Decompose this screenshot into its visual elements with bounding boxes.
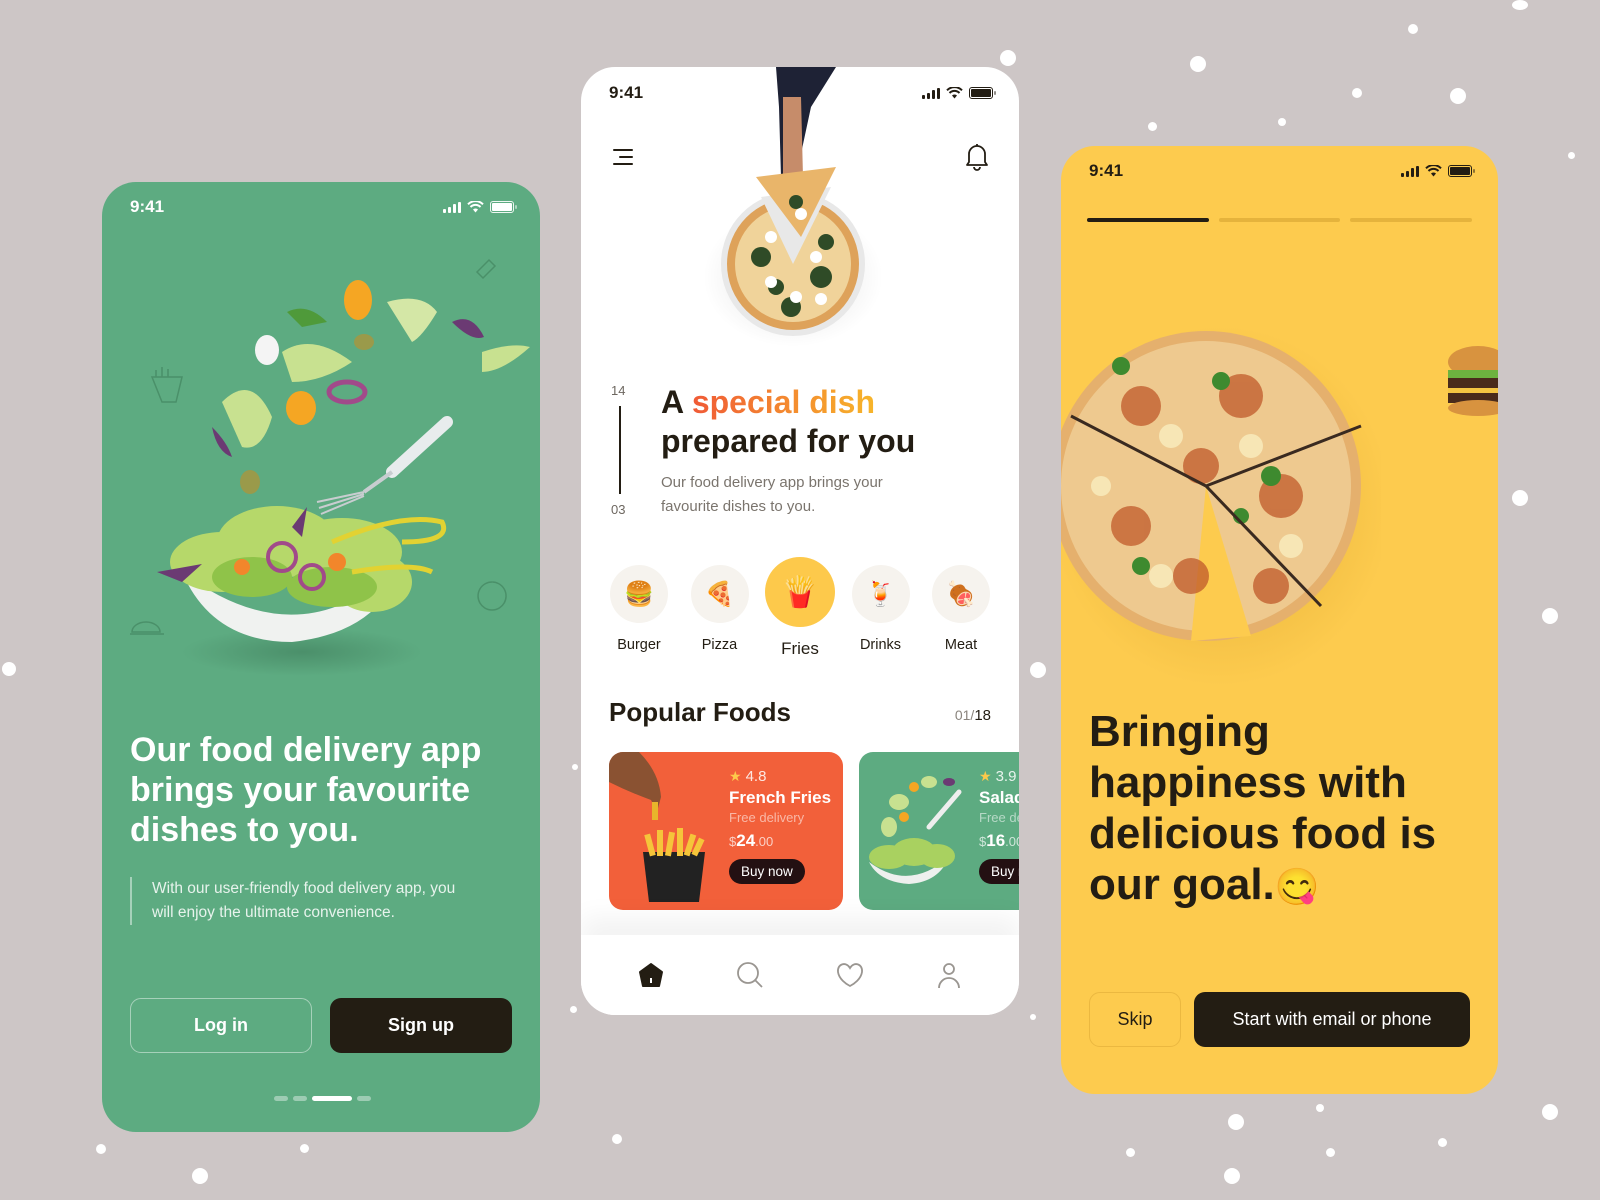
- category-label: Drinks: [859, 637, 902, 653]
- page-current: 01/: [954, 707, 975, 723]
- star-icon: ★: [729, 768, 742, 784]
- onboarding-screen: 9:41 Bringing happiness with delicious f…: [1061, 146, 1498, 1094]
- star-icon: ★: [979, 768, 992, 784]
- burger-image: [1448, 346, 1498, 416]
- tab-search[interactable]: [730, 955, 770, 995]
- tab-favorites[interactable]: [830, 955, 870, 995]
- status-bar: 9:41: [581, 67, 1019, 119]
- category-label: Meat: [944, 637, 978, 653]
- signal-icon: [1401, 165, 1419, 177]
- food-card[interactable]: ★ 4.8 French Fries Free delivery $24.00 B…: [609, 752, 843, 910]
- category-label: Burger: [617, 637, 661, 653]
- page-dot: [357, 1096, 371, 1101]
- welcome-screen: 9:41 Our food delivery app brings your f…: [102, 182, 540, 1132]
- food-rating: ★ 3.9: [979, 768, 1017, 785]
- home-icon: [638, 963, 663, 987]
- slide-progress-bar: [619, 406, 621, 494]
- buy-now-button[interactable]: Buy now: [979, 859, 1019, 884]
- burger-icon: 🍔: [624, 580, 654, 608]
- story-segment: [1218, 218, 1341, 222]
- food-price: $16.00: [979, 831, 1019, 850]
- slide-current: 14: [611, 383, 626, 398]
- category-meat[interactable]: 🍖 Meat: [931, 557, 991, 659]
- status-time: 9:41: [130, 197, 165, 216]
- food-name: Salad: [979, 788, 1019, 807]
- food-price: $24.00: [729, 831, 774, 850]
- category-fries[interactable]: 🍟 Fries: [765, 557, 835, 659]
- buy-now-button[interactable]: Buy now: [729, 859, 805, 884]
- category-label: Pizza: [701, 637, 738, 653]
- fries-icon: 🍟: [781, 574, 819, 610]
- category-pizza[interactable]: 🍕 Pizza: [690, 557, 750, 659]
- user-icon: [938, 963, 961, 989]
- status-bar: 9:41: [102, 182, 540, 232]
- wifi-icon: [1425, 165, 1442, 177]
- headline-prefix: A: [661, 384, 692, 420]
- food-rating: ★ 4.8: [729, 768, 767, 785]
- food-delivery: Free delivery: [979, 810, 1019, 825]
- food-name: French Fries: [729, 788, 832, 807]
- tab-home[interactable]: [631, 955, 671, 995]
- story-segment: [1350, 218, 1473, 222]
- battery-icon: [1448, 165, 1475, 177]
- status-time: 9:41: [609, 83, 644, 102]
- search-icon: [737, 962, 763, 988]
- signal-icon: [922, 87, 940, 99]
- food-card[interactable]: ★3.9 Salad Free delivery $16.00 Buy now: [859, 752, 1019, 910]
- headline-accent: special dish: [691, 384, 875, 420]
- tab-profile[interactable]: [929, 955, 969, 995]
- story-progress: [1087, 218, 1473, 222]
- menu-button[interactable]: [611, 145, 637, 169]
- status-time: 9:41: [1089, 161, 1124, 180]
- bottom-tab-bar: [581, 935, 1019, 1015]
- signal-icon: [443, 201, 461, 213]
- popular-foods-title: Popular Foods: [609, 697, 791, 727]
- heart-icon: [836, 963, 863, 988]
- start-with-email-or-phone-button[interactable]: Start with email or phone: [1194, 992, 1470, 1047]
- bell-icon: [966, 144, 988, 171]
- battery-icon: [969, 87, 996, 99]
- category-list: 🍔 Burger 🍕 Pizza 🍟 Fries 🍹 Drinks 🍖 Meat: [609, 557, 991, 659]
- welcome-headline: Our food delivery app brings your favour…: [130, 731, 482, 849]
- page-dot: [293, 1096, 307, 1101]
- category-drinks[interactable]: 🍹 Drinks: [851, 557, 911, 659]
- page-dot-active: [312, 1096, 352, 1101]
- pizza-image: [1061, 326, 1381, 686]
- salad-image: [869, 776, 962, 884]
- onboarding-headline: Bringing happiness with delicious food i…: [1089, 707, 1437, 909]
- story-segment-active: [1087, 218, 1209, 222]
- home-headline: A special dish prepared for you: [661, 383, 991, 461]
- page-dot: [274, 1096, 288, 1101]
- popular-foods-pagination: 01/18: [955, 707, 991, 724]
- pizza-icon: 🍕: [704, 580, 735, 608]
- wifi-icon: [467, 201, 484, 213]
- food-delivery: Free delivery: [729, 810, 805, 825]
- category-burger[interactable]: 🍔 Burger: [609, 557, 669, 659]
- drink-icon: 🍹: [865, 580, 896, 608]
- battery-icon: [490, 201, 517, 213]
- french-fries-image: [609, 752, 705, 902]
- skip-button[interactable]: Skip: [1089, 992, 1181, 1047]
- headline-rest: prepared for you: [661, 423, 916, 459]
- home-screen: 9:41 14 03 A special dish prepared for y…: [581, 67, 1019, 1015]
- signup-button[interactable]: Sign up: [330, 998, 512, 1053]
- home-subtext: Our food delivery app brings your favour…: [661, 474, 883, 515]
- status-bar: 9:41: [1061, 146, 1498, 196]
- slide-counter: 14 03: [611, 383, 631, 517]
- slide-total: 03: [611, 502, 626, 517]
- page-total: 18: [974, 707, 991, 724]
- yum-emoji: 😋: [1274, 866, 1320, 907]
- wifi-icon: [946, 87, 963, 99]
- login-button[interactable]: Log in: [130, 998, 312, 1053]
- meat-icon: 🍖: [946, 580, 976, 608]
- notifications-button[interactable]: [963, 141, 991, 171]
- welcome-subtext: With our user-friendly food delivery app…: [130, 877, 470, 925]
- category-label: Fries: [781, 639, 819, 658]
- page-indicator: [274, 1096, 371, 1101]
